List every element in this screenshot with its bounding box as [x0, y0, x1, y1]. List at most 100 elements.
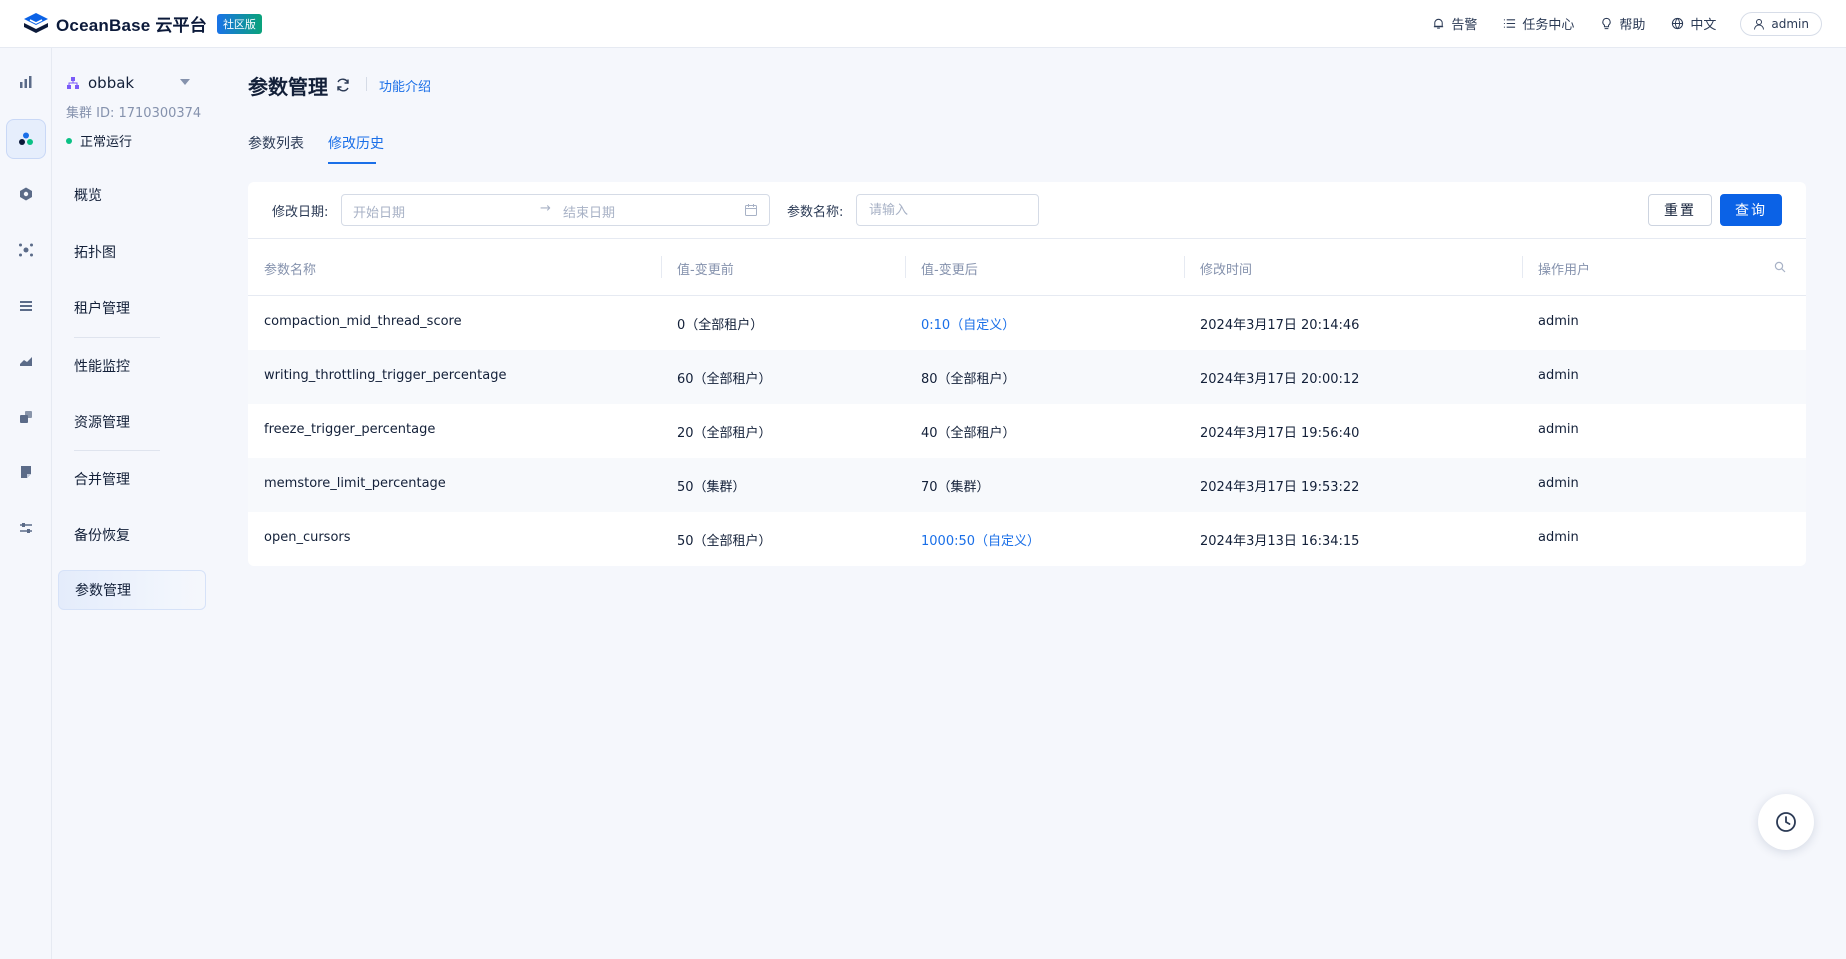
help-menu[interactable]: 帮助 — [1600, 14, 1645, 33]
globe-icon — [1672, 17, 1684, 30]
cell-param-name: open_cursors — [264, 530, 351, 545]
nav-item-compaction-management[interactable]: 合并管理 — [58, 459, 206, 499]
status-text: 正常运行 — [80, 135, 133, 150]
col-divider — [1184, 256, 1185, 278]
cell-modify-time: 2024年3月17日 20:14:46 — [1200, 318, 1360, 333]
cell-param-name: writing_throttling_trigger_percentage — [264, 368, 507, 383]
help-label: 帮助 — [1619, 18, 1646, 33]
param-name-filter-label: 参数名称: — [787, 205, 844, 220]
history-card: 修改日期: 开始日期 → 结束日期 参数名称: 重置 查询 参数名称 值-变更前… — [248, 182, 1806, 566]
task-center-label: 任务中心 — [1522, 18, 1575, 33]
language-label: 中文 — [1690, 18, 1717, 33]
rail-cluster-button[interactable] — [6, 119, 46, 159]
cluster-tree-icon — [67, 77, 79, 89]
refresh-icon[interactable] — [335, 77, 351, 93]
nav-item-resource-management[interactable]: 资源管理 — [58, 402, 206, 442]
table-row: memstore_limit_percentage 50（集群） 70（集群） … — [248, 458, 1806, 512]
brand[interactable]: OceanBase 云平台 社区版 — [22, 11, 262, 37]
rail-topology-button[interactable] — [6, 230, 46, 270]
nav-item-overview[interactable]: 概览 — [58, 175, 206, 215]
oceanbase-logo-icon — [24, 12, 48, 33]
settings-sliders-icon — [20, 523, 32, 533]
task-list-icon — [1504, 19, 1516, 28]
rail-monitor-button[interactable] — [6, 341, 46, 381]
cell-value-before: 20（全部租户） — [677, 426, 772, 441]
rail-list-button[interactable] — [6, 286, 46, 326]
status-dot-icon — [66, 137, 72, 144]
col-operator[interactable]: 操作用户 — [1538, 259, 1590, 278]
bell-icon — [1434, 18, 1444, 29]
cell-value-after-link[interactable]: 1000:50（自定义） — [921, 530, 1040, 549]
table-row: freeze_trigger_percentage 20（全部租户） 40（全部… — [248, 404, 1806, 458]
table-header: 参数名称 值-变更前 值-变更后 修改时间 操作用户 — [248, 238, 1806, 296]
nav-item-performance-monitor[interactable]: 性能监控 — [58, 346, 206, 386]
tab-parameter-list[interactable]: 参数列表 — [248, 133, 304, 153]
range-arrow-icon: → — [540, 201, 551, 216]
tenant-icon — [20, 187, 32, 201]
cell-modify-time: 2024年3月17日 19:53:22 — [1200, 480, 1360, 495]
user-menu[interactable]: admin — [1740, 11, 1822, 36]
cell-param-name: freeze_trigger_percentage — [264, 422, 436, 437]
feature-intro-link[interactable]: 功能介绍 — [379, 76, 431, 95]
top-header: OceanBase 云平台 社区版 告警 任务中心 帮助 中文 admin — [0, 0, 1846, 48]
rail-document-button[interactable] — [6, 452, 46, 492]
cluster-sidebar: obbak 集群 ID: 1710300374 正常运行 概览 拓扑图 租户管理… — [52, 48, 212, 959]
tab-modify-history[interactable]: 修改历史 — [328, 133, 384, 153]
cell-value-after-link[interactable]: 0:10（自定义） — [921, 314, 1015, 333]
cell-operator: admin — [1538, 368, 1579, 383]
task-center-menu[interactable]: 任务中心 — [1503, 14, 1574, 33]
cell-param-name: compaction_mid_thread_score — [264, 314, 462, 329]
col-modify-time[interactable]: 修改时间 — [1200, 259, 1252, 278]
user-name: admin — [1771, 16, 1809, 31]
col-param-name[interactable]: 参数名称 — [264, 259, 316, 278]
bar-chart-icon — [20, 76, 32, 88]
table-row: compaction_mid_thread_score 0（全部租户） 0:10… — [248, 296, 1806, 350]
table-row: writing_throttling_trigger_percentage 60… — [248, 350, 1806, 404]
start-date-input[interactable]: 开始日期 — [353, 202, 405, 221]
search-icon[interactable] — [1774, 261, 1786, 273]
nav-item-parameter-management[interactable]: 参数管理 — [58, 570, 206, 610]
param-name-input[interactable] — [856, 194, 1039, 226]
cluster-selector[interactable]: obbak — [66, 74, 134, 92]
cell-modify-time: 2024年3月17日 20:00:12 — [1200, 372, 1360, 387]
title-divider — [366, 77, 367, 91]
nav-item-topology[interactable]: 拓扑图 — [58, 232, 206, 272]
cell-modify-time: 2024年3月13日 16:34:15 — [1200, 534, 1360, 549]
rail-settings-button[interactable] — [6, 508, 46, 548]
date-range-picker[interactable]: 开始日期 → 结束日期 — [341, 194, 770, 226]
alert-label: 告警 — [1451, 18, 1478, 33]
nav-divider — [74, 337, 160, 338]
brand-name: OceanBase 云平台 — [56, 16, 207, 35]
rail-tenant-button[interactable] — [6, 174, 46, 214]
col-divider — [661, 256, 662, 278]
rail-overview-button[interactable] — [6, 62, 46, 102]
table-row: open_cursors 50（全部租户） 1000:50（自定义） 2024年… — [248, 512, 1806, 566]
chevron-down-icon[interactable] — [180, 79, 190, 85]
col-value-before[interactable]: 值-变更前 — [677, 259, 734, 278]
cell-operator: admin — [1538, 314, 1579, 329]
cell-value-after: 80（全部租户） — [921, 372, 1016, 387]
language-menu[interactable]: 中文 — [1671, 14, 1716, 33]
cell-operator: admin — [1538, 422, 1579, 437]
query-button[interactable]: 查询 — [1720, 194, 1782, 226]
list-icon — [20, 301, 32, 311]
icon-rail — [0, 48, 52, 959]
resource-icon — [20, 411, 32, 423]
col-value-after[interactable]: 值-变更后 — [921, 259, 978, 278]
col-divider — [1522, 256, 1523, 278]
cluster-icon — [19, 132, 33, 145]
nav-item-tenant-management[interactable]: 租户管理 — [58, 288, 206, 328]
history-clock-icon — [1776, 812, 1796, 832]
cell-operator: admin — [1538, 530, 1579, 545]
rail-resource-button[interactable] — [6, 397, 46, 437]
alert-menu[interactable]: 告警 — [1432, 14, 1477, 33]
history-float-button[interactable] — [1758, 794, 1814, 850]
reset-button[interactable]: 重置 — [1648, 194, 1712, 226]
end-date-input[interactable]: 结束日期 — [563, 202, 615, 221]
user-icon — [1754, 18, 1765, 30]
nav-item-backup-restore[interactable]: 备份恢复 — [58, 515, 206, 555]
calendar-icon[interactable] — [744, 203, 758, 217]
cell-param-name: memstore_limit_percentage — [264, 476, 446, 491]
nav-divider — [74, 450, 160, 451]
cell-modify-time: 2024年3月17日 19:56:40 — [1200, 426, 1360, 441]
